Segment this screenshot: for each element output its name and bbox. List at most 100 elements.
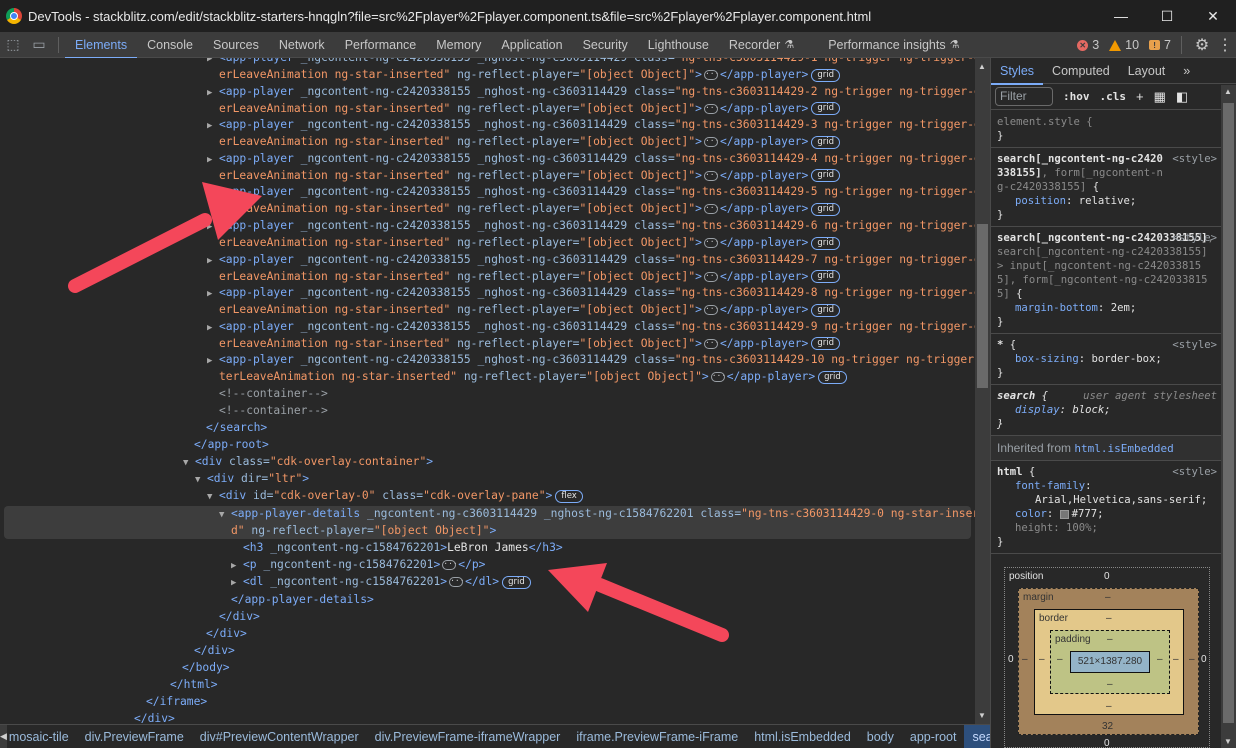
ellipsis-icon[interactable]: ··· (710, 372, 726, 383)
breadcrumb-item[interactable]: app-root (902, 725, 965, 748)
expand-triangle-icon[interactable]: ▶ (207, 219, 219, 236)
gear-icon[interactable]: ⚙ (1190, 35, 1214, 55)
minimize-button[interactable]: — (1098, 0, 1144, 32)
more-options-icon[interactable]: ⋮ (1214, 35, 1236, 55)
ellipsis-icon[interactable]: ··· (703, 103, 719, 114)
style-rule[interactable]: <style> search[_ngcontent-ng-c2420338155… (991, 148, 1221, 227)
scroll-up-icon[interactable]: ▲ (978, 62, 986, 71)
rule-origin[interactable]: <style> (1172, 152, 1217, 166)
ellipsis-icon[interactable]: ··· (703, 271, 719, 282)
scroll-up-icon[interactable]: ▲ (1224, 87, 1232, 96)
breadcrumb-item[interactable]: div.PreviewFrame-iframeWrapper (367, 725, 569, 748)
tab-security[interactable]: Security (573, 32, 638, 58)
style-rule-html[interactable]: <style> html { font-family: Arial,Helvet… (991, 461, 1221, 554)
padding-bottom[interactable]: – (1107, 679, 1113, 690)
expand-triangle-icon[interactable]: ▼ (207, 489, 219, 506)
styles-scrollbar[interactable]: ▲ ▼ (1221, 85, 1236, 748)
grid-badge[interactable]: grid (811, 236, 841, 250)
style-property[interactable]: margin-bottom: 2em; (997, 301, 1217, 315)
app-player-node[interactable]: ▶<app-player _ngcontent-ng-c2420338155 _… (207, 58, 975, 66)
tab-layout[interactable]: Layout (1119, 58, 1175, 84)
app-player-details-node[interactable]: ▼ <app-player-details _ngcontent-ng-c3603… (219, 505, 975, 522)
tab-elements[interactable]: Elements (65, 32, 138, 59)
ellipsis-icon[interactable]: ··· (703, 305, 719, 316)
expand-triangle-icon[interactable]: ▶ (207, 152, 219, 169)
tab-network[interactable]: Network (269, 32, 335, 58)
grid-badge[interactable]: grid (811, 270, 841, 284)
grid-badge[interactable]: grid (811, 337, 841, 351)
device-toolbar-icon[interactable]: ▭ (26, 32, 52, 58)
breadcrumb-item[interactable]: mosaic-tile (7, 725, 77, 748)
border-left[interactable]: – (1039, 654, 1045, 665)
grid-badge[interactable]: grid (811, 169, 841, 183)
tab-memory[interactable]: Memory (426, 32, 491, 58)
ellipsis-icon[interactable]: ··· (703, 204, 719, 215)
app-player-node-continuation[interactable]: erLeaveAnimation ng-star-inserted" ng-re… (219, 133, 841, 150)
hov-button[interactable]: :hov (1063, 90, 1090, 103)
close-button[interactable]: ✕ (1190, 0, 1236, 32)
comment-node[interactable]: <!--container--> (219, 402, 328, 419)
ellipsis-icon[interactable]: ··· (449, 577, 465, 587)
expand-triangle-icon[interactable]: ▼ (183, 455, 195, 472)
overlay-container-node[interactable]: ▼ <div class="cdk-overlay-container"> (183, 453, 433, 470)
close-body-node[interactable]: </body> (182, 659, 230, 676)
paint-brush-icon[interactable]: ▦ (1154, 89, 1166, 105)
tab-performance[interactable]: Performance (335, 32, 427, 58)
app-player-node-continuation[interactable]: erLeaveAnimation ng-star-inserted" ng-re… (219, 335, 841, 352)
expand-triangle-icon[interactable]: ▶ (207, 253, 219, 270)
style-property[interactable]: display: block; (997, 403, 1217, 417)
dir-div-node[interactable]: ▼ <div dir="ltr"> (195, 470, 309, 487)
comment-node[interactable]: <!--container--> (219, 385, 328, 402)
tab-lighthouse[interactable]: Lighthouse (638, 32, 719, 58)
app-player-node-continuation[interactable]: erLeaveAnimation ng-star-inserted" ng-re… (219, 66, 841, 83)
app-player-node-continuation[interactable]: erLeaveAnimation ng-star-inserted" ng-re… (219, 301, 841, 318)
flex-badge[interactable]: flex (555, 489, 583, 503)
color-swatch[interactable] (1059, 509, 1069, 519)
app-player-node[interactable]: ▶<app-player _ngcontent-ng-c2420338155 _… (207, 116, 975, 133)
expand-triangle-icon[interactable]: ▶ (207, 286, 219, 303)
expand-triangle-icon[interactable]: ▶ (231, 575, 243, 592)
close-div-node[interactable]: </div> (206, 625, 247, 642)
tab-performance-insights[interactable]: Performance insights ⚗ (818, 32, 969, 58)
style-property[interactable]: font-family: (997, 479, 1217, 493)
style-property[interactable]: box-sizing: border-box; (997, 352, 1217, 366)
style-property[interactable]: position: relative; (997, 194, 1217, 208)
more-tabs-icon[interactable]: » (1174, 58, 1199, 84)
border-right[interactable]: – (1173, 654, 1179, 665)
scroll-down-icon[interactable]: ▼ (1224, 737, 1232, 746)
position-left[interactable]: 0 (1008, 654, 1014, 665)
position-right[interactable]: 0 (1201, 654, 1207, 665)
expand-triangle-icon[interactable]: ▼ (195, 472, 207, 489)
scrollbar-thumb[interactable] (1223, 103, 1234, 723)
grid-badge[interactable]: grid (818, 370, 847, 384)
breadcrumb-scroll-left-icon[interactable]: ◀ (0, 724, 7, 748)
close-iframe-node[interactable]: </iframe> (146, 693, 207, 710)
elements-scrollbar[interactable]: ▲ ▼ (975, 58, 990, 724)
expand-triangle-icon[interactable]: ▶ (207, 118, 219, 135)
border-top[interactable]: – (1106, 613, 1112, 624)
border-bottom[interactable]: – (1106, 701, 1112, 712)
expand-triangle-icon[interactable]: ▶ (207, 320, 219, 337)
tab-application[interactable]: Application (491, 32, 572, 58)
grid-badge[interactable]: grid (811, 68, 841, 82)
toggle-sidebar-icon[interactable]: ◧ (1176, 89, 1188, 105)
ellipsis-icon[interactable]: ··· (703, 338, 719, 349)
tab-styles[interactable]: Styles (991, 58, 1044, 85)
style-rule[interactable]: <style> * { box-sizing: border-box; } (991, 334, 1221, 385)
padding-left[interactable]: – (1057, 654, 1063, 665)
ellipsis-icon[interactable]: ··· (703, 170, 719, 181)
close-div-node[interactable]: </div> (219, 608, 260, 625)
expand-triangle-icon[interactable]: ▶ (207, 185, 219, 202)
app-player-node-continuation[interactable]: erLeaveAnimation ng-star-inserted" ng-re… (219, 200, 841, 217)
rule-origin[interactable]: <style> (1172, 465, 1217, 479)
app-player-node[interactable]: ▶<app-player _ngcontent-ng-c2420338155 _… (207, 183, 975, 200)
new-style-rule-icon[interactable]: + (1136, 89, 1144, 104)
breadcrumb-item[interactable]: iframe.PreviewFrame-iFrame (568, 725, 746, 748)
margin-left[interactable]: – (1022, 654, 1028, 665)
app-player-details-continuation[interactable]: d" ng-reflect-player="[object Object]"> (231, 522, 496, 539)
app-player-node[interactable]: ▶<app-player _ngcontent-ng-c2420338155 _… (207, 251, 975, 268)
inherited-from-link[interactable]: html.isEmbedded (1074, 442, 1173, 455)
cls-button[interactable]: .cls (1100, 90, 1127, 103)
scrollbar-thumb[interactable] (977, 224, 988, 388)
app-player-node-continuation[interactable]: terLeaveAnimation ng-star-inserted" ng-r… (219, 368, 847, 385)
